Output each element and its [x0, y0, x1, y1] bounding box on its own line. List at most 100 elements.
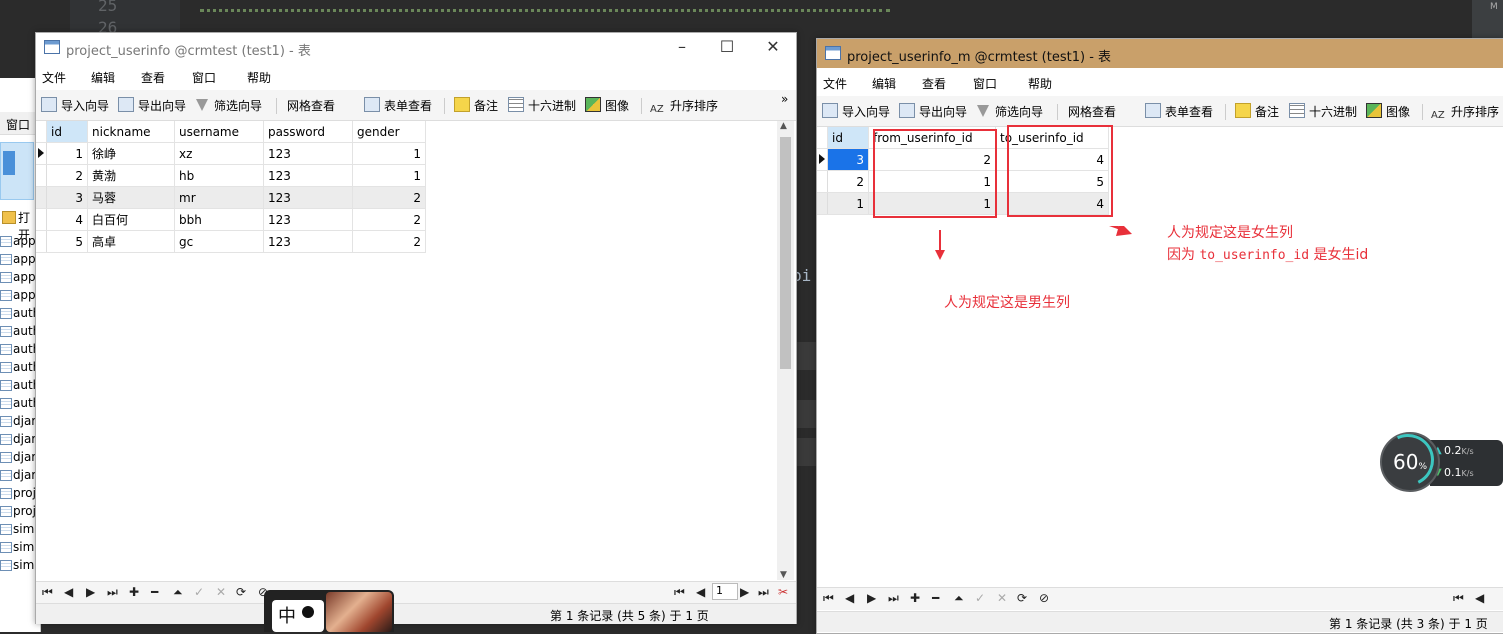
grid-cell[interactable]: 马蓉	[87, 186, 175, 209]
next-record-button[interactable]: ▶	[867, 591, 876, 605]
table-row[interactable]: 3 马蓉 mr 123 2	[36, 186, 426, 209]
object-list-item[interactable]: auth	[0, 376, 40, 394]
column-header-id[interactable]: id	[46, 121, 88, 143]
export-wizard-button[interactable]: 导出向导	[899, 103, 967, 119]
object-list-item[interactable]: simp	[0, 520, 40, 538]
grid-cell[interactable]: 123	[263, 230, 353, 253]
image-button[interactable]: 图像	[1366, 103, 1410, 119]
object-list-item[interactable]: simp	[0, 538, 40, 556]
menu-help[interactable]: 帮助	[1028, 75, 1052, 92]
grid-view-button[interactable]: 网格查看	[1068, 103, 1116, 119]
vertical-scrollbar[interactable]: ▲ ▼	[777, 121, 794, 580]
filter-wizard-button[interactable]: 筛选向导	[196, 97, 262, 113]
object-list-item[interactable]: auth	[0, 394, 40, 412]
title-bar[interactable]: project_userinfo @crmtest (test1) - 表 – …	[36, 33, 796, 62]
grid-cell[interactable]: 1	[352, 142, 426, 165]
hex-button[interactable]: 十六进制	[1289, 103, 1357, 119]
form-view-button[interactable]: 表单查看	[1145, 103, 1213, 119]
grid-cell[interactable]: xz	[174, 142, 264, 165]
grid-cell[interactable]: 徐峥	[87, 142, 175, 165]
grid-cell[interactable]: 黄渤	[87, 164, 175, 187]
import-wizard-button[interactable]: 导入向导	[41, 97, 109, 113]
last-record-button[interactable]: ⏭	[107, 585, 118, 600]
settings-icon[interactable]: ✂	[778, 585, 788, 599]
ime-widget[interactable]: 中	[264, 590, 394, 632]
menu-view[interactable]: 查看	[141, 69, 165, 86]
menu-view[interactable]: 查看	[922, 75, 946, 92]
prev-record-button[interactable]: ◀	[845, 591, 854, 605]
network-speed-widget[interactable]: ▲ 0.2K/s ▼ 0.1K/s 60%	[1374, 426, 1503, 494]
grid-cell[interactable]: 2	[46, 164, 88, 187]
object-list-item[interactable]: app	[0, 250, 40, 268]
first-page-button[interactable]: ⏮	[674, 585, 685, 600]
export-wizard-button[interactable]: 导出向导	[118, 97, 186, 113]
grid-cell[interactable]: 3	[827, 148, 869, 171]
column-header-username[interactable]: username	[174, 121, 264, 143]
menu-file[interactable]: 文件	[823, 75, 847, 92]
row-selector[interactable]	[36, 164, 47, 187]
row-selector[interactable]	[36, 230, 47, 253]
object-list-item[interactable]: djar	[0, 448, 40, 466]
grid-cell[interactable]: 2	[827, 170, 869, 193]
object-list-item[interactable]: app	[0, 268, 40, 286]
cancel-button[interactable]: ✕	[216, 585, 226, 599]
maximize-button[interactable]: ☐	[717, 37, 737, 57]
toolbar-overflow-button[interactable]: »	[781, 92, 788, 108]
up-button[interactable]: ⏶	[173, 585, 183, 600]
open-table-button[interactable]: 打开	[0, 206, 40, 242]
grid-cell[interactable]: bbh	[174, 208, 264, 231]
cancel-button[interactable]: ✕	[997, 591, 1007, 605]
row-selector[interactable]	[817, 170, 828, 193]
first-page-button[interactable]: ⏮	[1453, 591, 1464, 606]
menu-edit[interactable]: 编辑	[872, 75, 896, 92]
grid-view-button[interactable]: 网格查看	[287, 97, 335, 113]
grid-cell[interactable]: 高卓	[87, 230, 175, 253]
table-row[interactable]: 1 徐峥 xz 123 1	[36, 142, 426, 165]
object-list-item[interactable]: auth	[0, 340, 40, 358]
menu-help[interactable]: 帮助	[247, 69, 271, 86]
last-record-button[interactable]: ⏭	[888, 591, 899, 606]
sort-ascending-button[interactable]: AZ 升序排序	[650, 97, 718, 115]
grid-cell[interactable]: 1	[352, 164, 426, 187]
memo-button[interactable]: 备注	[454, 97, 498, 113]
row-selector[interactable]	[817, 148, 828, 171]
page-number-input[interactable]: 1	[712, 583, 738, 600]
column-header-nickname[interactable]: nickname	[87, 121, 175, 143]
object-list-item[interactable]: auth	[0, 322, 40, 340]
image-button[interactable]: 图像	[585, 97, 629, 113]
grid-cell[interactable]: mr	[174, 186, 264, 209]
hex-button[interactable]: 十六进制	[508, 97, 576, 113]
grid-cell[interactable]: 1	[46, 142, 88, 165]
object-list-item[interactable]: simp	[0, 556, 40, 574]
object-list-item[interactable]: app	[0, 232, 40, 250]
row-selector[interactable]	[817, 192, 828, 215]
object-list-item[interactable]: app	[0, 286, 40, 304]
row-selector[interactable]	[36, 186, 47, 209]
prev-page-button[interactable]: ◀	[696, 585, 705, 599]
object-list-item[interactable]: djar	[0, 412, 40, 430]
table-row[interactable]: 4 白百何 bbh 123 2	[36, 208, 426, 231]
refresh-button[interactable]: ⟳	[1017, 591, 1027, 605]
grid-cell[interactable]: hb	[174, 164, 264, 187]
menu-window[interactable]: 窗口	[192, 69, 216, 86]
object-list-item[interactable]: proj	[0, 502, 40, 520]
minimize-button[interactable]: –	[672, 37, 692, 57]
grid-cell[interactable]: 123	[263, 164, 353, 187]
memo-button[interactable]: 备注	[1235, 103, 1279, 119]
grid-cell[interactable]: 2	[352, 230, 426, 253]
first-record-button[interactable]: ⏮	[42, 585, 53, 600]
object-list-item[interactable]: djar	[0, 430, 40, 448]
next-record-button[interactable]: ▶	[86, 585, 95, 599]
grid-cell[interactable]: gc	[174, 230, 264, 253]
object-list-item[interactable]: proj	[0, 484, 40, 502]
row-selector[interactable]	[36, 142, 47, 165]
grid-cell[interactable]: 123	[263, 186, 353, 209]
object-list-item[interactable]: auth	[0, 358, 40, 376]
sort-ascending-button[interactable]: AZ 升序排序	[1431, 103, 1499, 121]
refresh-button[interactable]: ⟳	[236, 585, 246, 599]
grid-cell[interactable]: 2	[352, 208, 426, 231]
grid-cell[interactable]: 2	[352, 186, 426, 209]
window-menu[interactable]: 窗口	[0, 112, 40, 135]
menu-edit[interactable]: 编辑	[91, 69, 115, 86]
first-record-button[interactable]: ⏮	[823, 591, 834, 606]
